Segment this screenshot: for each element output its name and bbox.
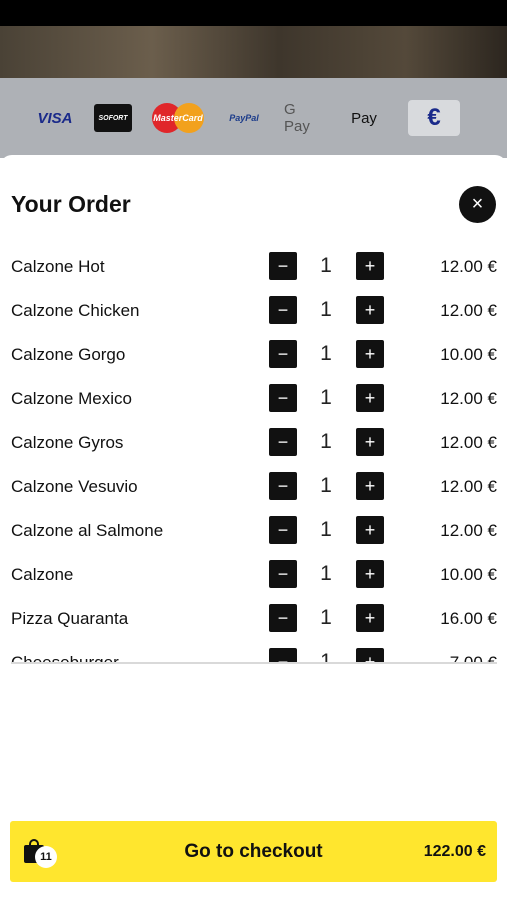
decrease-quantity-button[interactable]: −	[269, 648, 297, 662]
visa-logo: VISA	[37, 109, 73, 127]
decrease-quantity-button[interactable]: −	[269, 604, 297, 632]
order-item-row: Calzone Mexico − 1 + 12.00 €	[0, 377, 507, 421]
list-divider	[11, 662, 497, 664]
increase-quantity-button[interactable]: +	[356, 516, 384, 544]
increase-quantity-button[interactable]: +	[356, 560, 384, 588]
order-items-list[interactable]: Calzone Hot − 1 + 12.00 € Calzone Chicke…	[0, 245, 507, 662]
order-item-row: Calzone Vesuvio − 1 + 12.00 €	[0, 465, 507, 509]
increase-quantity-button[interactable]: +	[356, 648, 384, 662]
order-item-row: Calzone Hot − 1 + 12.00 €	[0, 245, 507, 289]
order-item-row: Calzone Gorgo − 1 + 10.00 €	[0, 333, 507, 377]
order-sheet: Your Order × Calzone Hot − 1 + 12.00 € C…	[0, 155, 507, 900]
item-quantity: 1	[320, 562, 332, 585]
decrease-quantity-button[interactable]: −	[269, 516, 297, 544]
restaurant-hero-image	[0, 26, 507, 78]
order-item-row: Calzone Chicken − 1 + 12.00 €	[0, 289, 507, 333]
item-quantity: 1	[320, 386, 332, 409]
order-item-row: Calzone − 1 + 10.00 €	[0, 553, 507, 597]
item-name: Calzone al Salmone	[11, 521, 164, 540]
sofort-logo: SOFORT	[94, 104, 132, 132]
item-price: 12.00 €	[440, 389, 497, 408]
mastercard-logo: MasterCard	[152, 103, 204, 133]
apple-pay-logo: Pay	[351, 109, 377, 127]
decrease-quantity-button[interactable]: −	[269, 472, 297, 500]
increase-quantity-button[interactable]: +	[356, 472, 384, 500]
decrease-quantity-button[interactable]: −	[269, 560, 297, 588]
item-price: 16.00 €	[440, 609, 497, 628]
status-bar	[0, 0, 507, 26]
item-quantity: 1	[320, 650, 332, 662]
item-quantity: 1	[320, 342, 332, 365]
item-quantity: 1	[320, 606, 332, 629]
paypal-logo: PayPal	[229, 113, 259, 123]
item-name: Pizza Quaranta	[11, 609, 129, 628]
item-quantity: 1	[320, 430, 332, 453]
item-name: Cheeseburger	[11, 653, 119, 662]
currency-euro-badge: €	[408, 100, 460, 136]
item-quantity: 1	[320, 254, 332, 277]
item-price: 10.00 €	[440, 565, 497, 584]
google-pay-logo: G Pay	[284, 101, 310, 135]
order-item-row: Calzone al Salmone − 1 + 12.00 €	[0, 509, 507, 553]
order-item-row: Calzone Gyros − 1 + 12.00 €	[0, 421, 507, 465]
item-quantity: 1	[320, 474, 332, 497]
increase-quantity-button[interactable]: +	[356, 340, 384, 368]
item-quantity: 1	[320, 518, 332, 541]
item-price: 12.00 €	[440, 477, 497, 496]
increase-quantity-button[interactable]: +	[356, 604, 384, 632]
increase-quantity-button[interactable]: +	[356, 252, 384, 280]
item-name: Calzone Gorgo	[11, 345, 126, 364]
close-button[interactable]: ×	[459, 186, 496, 223]
increase-quantity-button[interactable]: +	[356, 384, 384, 412]
decrease-quantity-button[interactable]: −	[269, 428, 297, 456]
decrease-quantity-button[interactable]: −	[269, 296, 297, 324]
item-price: 7.00 €	[450, 653, 497, 662]
item-price: 10.00 €	[440, 345, 497, 364]
item-name: Calzone Mexico	[11, 389, 132, 408]
close-icon: ×	[471, 193, 484, 215]
increase-quantity-button[interactable]: +	[356, 296, 384, 324]
item-name: Calzone Gyros	[11, 433, 124, 452]
payment-methods-strip: VISA SOFORT MasterCard PayPal G Pay Pay …	[0, 78, 507, 158]
item-quantity: 1	[320, 298, 332, 321]
item-price: 12.00 €	[440, 257, 497, 276]
item-price: 12.00 €	[440, 301, 497, 320]
increase-quantity-button[interactable]: +	[356, 428, 384, 456]
decrease-quantity-button[interactable]: −	[269, 384, 297, 412]
order-title: Your Order	[11, 191, 131, 217]
item-name: Calzone	[11, 565, 74, 584]
decrease-quantity-button[interactable]: −	[269, 340, 297, 368]
item-price: 12.00 €	[440, 521, 497, 540]
item-name: Calzone Vesuvio	[11, 477, 138, 496]
order-item-row: Cheeseburger − 1 + 7.00 €	[0, 641, 507, 662]
item-name: Calzone Chicken	[11, 301, 140, 320]
item-name: Calzone Hot	[11, 257, 105, 276]
item-price: 12.00 €	[440, 433, 497, 452]
checkout-total: 122.00 €	[423, 843, 486, 860]
order-item-row: Pizza Quaranta − 1 + 16.00 €	[0, 597, 507, 641]
checkout-button[interactable]: 11 Go to checkout 122.00 €	[10, 821, 497, 882]
decrease-quantity-button[interactable]: −	[269, 252, 297, 280]
